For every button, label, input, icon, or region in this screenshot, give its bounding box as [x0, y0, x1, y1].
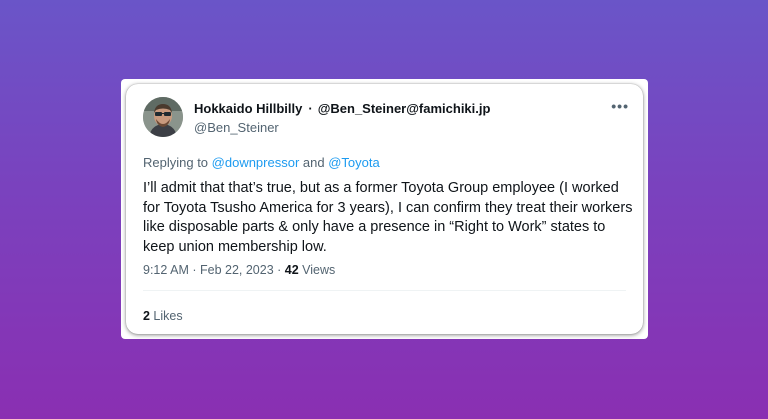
- meta-dot-2: ·: [273, 263, 285, 277]
- name-separator: ·: [308, 101, 313, 116]
- views-label: Views: [298, 263, 336, 277]
- tweet-time[interactable]: 9:12 AM: [143, 263, 189, 277]
- more-options-icon[interactable]: •••: [611, 98, 629, 114]
- views-count: 42: [284, 263, 299, 277]
- replying-prefix: Replying to: [143, 155, 212, 170]
- replying-conjunction: and: [299, 155, 329, 170]
- likes-label: Likes: [149, 309, 183, 323]
- author-line: Hokkaido Hillbilly · @Ben_Steiner@famich…: [194, 101, 490, 116]
- profile-photo-icon: [143, 97, 183, 137]
- user-handle[interactable]: @Ben_Steiner: [194, 120, 279, 135]
- mention-toyota[interactable]: @Toyota: [328, 155, 380, 170]
- tweet-text: I’ll admit that that’s true, but as a fo…: [143, 180, 633, 255]
- mention-downpressor[interactable]: @downpressor: [212, 155, 300, 170]
- display-name[interactable]: Hokkaido Hillbilly: [194, 101, 302, 116]
- tweet-card[interactable]: Hokkaido Hillbilly · @Ben_Steiner@famich…: [126, 84, 643, 334]
- screenshot-frame: Hokkaido Hillbilly · @Ben_Steiner@famich…: [121, 79, 648, 339]
- tweet-meta: 9:12 AM · Feb 22, 2023 · 42 Views: [143, 263, 335, 277]
- tweet-date[interactable]: Feb 22, 2023: [200, 263, 274, 277]
- likes-count: 2: [143, 309, 150, 323]
- meta-dot: ·: [188, 263, 200, 277]
- likes-link[interactable]: 2 Likes: [143, 309, 183, 323]
- replying-to: Replying to @downpressor and @Toyota: [143, 155, 380, 170]
- divider: [143, 290, 626, 291]
- federated-handle[interactable]: @Ben_Steiner@famichiki.jp: [318, 101, 491, 116]
- avatar[interactable]: [143, 97, 183, 137]
